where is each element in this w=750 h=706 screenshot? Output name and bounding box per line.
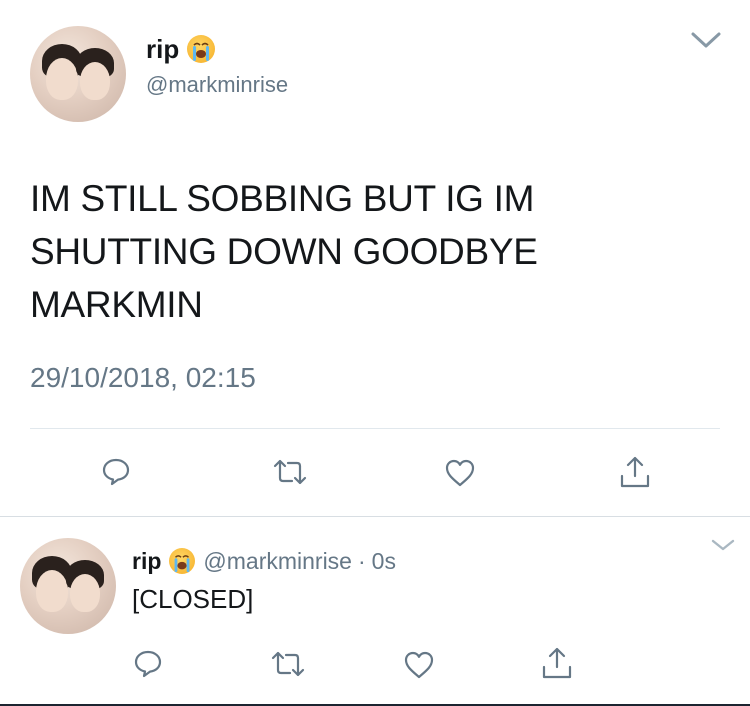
- chevron-down-icon[interactable]: [710, 538, 736, 552]
- share-icon[interactable]: [618, 454, 652, 490]
- timestamp[interactable]: 29/10/2018, 02:15: [30, 362, 256, 394]
- divider: [30, 428, 720, 429]
- tweet-text-line: MARKMIN: [30, 284, 203, 325]
- tweet-text: [CLOSED]: [132, 584, 254, 614]
- avatar[interactable]: [30, 26, 126, 122]
- handle[interactable]: @markminrise: [203, 548, 352, 575]
- loudly-crying-face-icon: [187, 35, 216, 63]
- retweet-icon[interactable]: [270, 650, 306, 678]
- chevron-down-icon[interactable]: [690, 30, 722, 50]
- like-icon[interactable]: [403, 650, 435, 680]
- reply-icon[interactable]: [133, 648, 163, 678]
- share-icon[interactable]: [540, 645, 574, 681]
- loudly-crying-face-icon: [169, 548, 196, 574]
- display-name[interactable]: rip: [132, 548, 161, 575]
- avatar[interactable]: [20, 538, 116, 634]
- section-divider: [0, 516, 750, 517]
- tweet-age[interactable]: 0s: [372, 548, 396, 575]
- retweet-icon[interactable]: [272, 458, 308, 486]
- reply-icon[interactable]: [101, 456, 131, 486]
- handle[interactable]: @markminrise: [146, 72, 288, 98]
- tweet-text-line: SHUTTING DOWN GOODBYE: [30, 231, 538, 272]
- separator: ·: [357, 547, 366, 574]
- tweet-text: IM STILL SOBBING BUT IG IM SHUTTING DOWN…: [30, 172, 538, 331]
- tweet-text-line: IM STILL SOBBING BUT IG IM: [30, 178, 535, 219]
- like-icon[interactable]: [444, 458, 476, 488]
- display-name[interactable]: rip: [146, 34, 179, 65]
